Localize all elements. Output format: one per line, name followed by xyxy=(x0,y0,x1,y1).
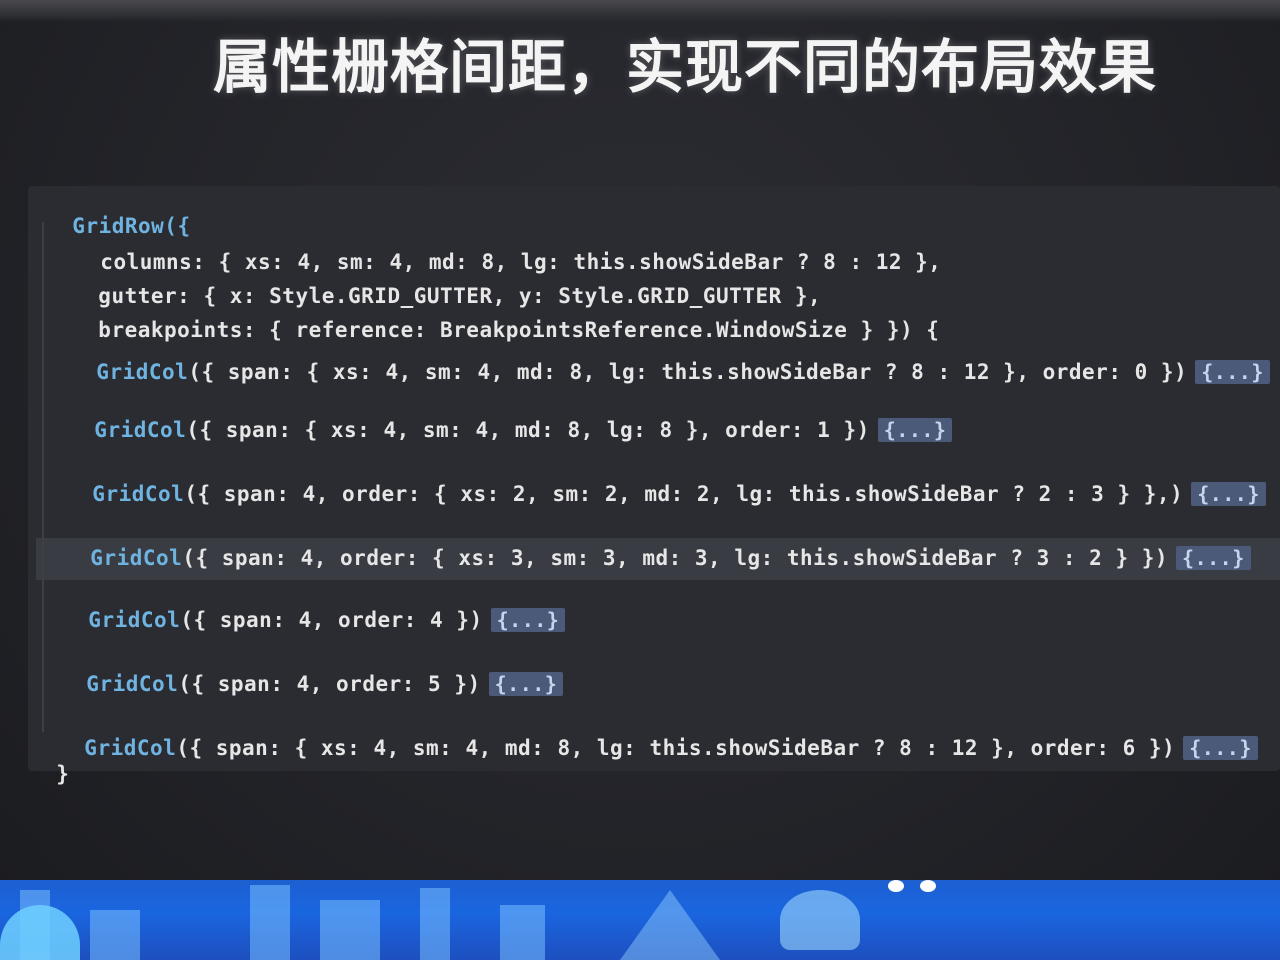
code-line-gridcol: GridCol({ span: { xs: 4, sm: 4, md: 8, l… xyxy=(58,712,1258,760)
gridcol-name: GridCol xyxy=(92,482,185,506)
gridcol-name: GridCol xyxy=(88,608,181,632)
fold-button[interactable]: {...} xyxy=(1195,360,1270,384)
gridcol-args: ({ span: 4, order: 5 }) xyxy=(178,672,481,696)
light-dot xyxy=(888,880,904,892)
backdrop-pyramid xyxy=(620,890,720,960)
backdrop-building xyxy=(320,900,380,960)
backdrop-building xyxy=(90,910,140,960)
backdrop-building xyxy=(500,905,545,960)
gridcol-args: ({ span: 4, order: 4 }) xyxy=(180,608,483,632)
code-line-gridcol: GridCol({ span: { xs: 4, sm: 4, md: 8, l… xyxy=(70,336,1270,384)
gridcol-args: ({ span: { xs: 4, sm: 4, md: 8, lg: this… xyxy=(176,736,1176,760)
fold-button[interactable]: {...} xyxy=(1176,546,1251,570)
gridcol-name: GridCol xyxy=(96,360,189,384)
gridcol-args: ({ span: 4, order: { xs: 2, sm: 2, md: 2… xyxy=(184,482,1184,506)
gridcol-args: ({ span: { xs: 4, sm: 4, md: 8, lg: this… xyxy=(188,360,1188,384)
fold-button[interactable]: {...} xyxy=(877,418,953,442)
gridcol-name: GridCol xyxy=(86,672,179,696)
fold-button[interactable]: {...} xyxy=(1183,736,1258,760)
code-line-breakpoints: breakpoints: { reference: BreakpointsRef… xyxy=(72,294,939,342)
gridcol-name: GridCol xyxy=(90,546,183,570)
stage-backdrop xyxy=(0,880,1280,960)
backdrop-building xyxy=(250,885,290,960)
backdrop-figure xyxy=(780,890,860,950)
gridcol-args: ({ span: { xs: 4, sm: 4, md: 8, lg: 8 },… xyxy=(186,418,870,442)
code-line-gridcol: GridCol({ span: 4, order: { xs: 2, sm: 2… xyxy=(66,458,1266,506)
indent-guide xyxy=(42,222,44,732)
code-line-gridcol: GridCol({ span: 4, order: { xs: 3, sm: 3… xyxy=(64,522,1251,570)
code-line-gridcol: GridCol({ span: { xs: 4, sm: 4, md: 8, l… xyxy=(68,394,953,442)
backdrop-building xyxy=(420,888,450,960)
code-line-close: } xyxy=(30,738,69,786)
gridcol-name: GridCol xyxy=(94,418,187,442)
closing-brace: } xyxy=(56,762,70,786)
fold-button[interactable]: {...} xyxy=(490,608,566,632)
fold-button[interactable]: {...} xyxy=(1191,482,1266,506)
slide-title: 属性栅格间距，实现不同的布局效果 xyxy=(212,33,1157,101)
gridcol-args: ({ span: 4, order: { xs: 3, sm: 3, md: 3… xyxy=(182,546,1169,570)
top-glare xyxy=(0,0,1280,22)
light-dot xyxy=(920,880,936,892)
code-line-gridcol: GridCol({ span: 4, order: 4 }) {...} xyxy=(62,584,566,632)
code-line-gridcol: GridCol({ span: 4, order: 5 }) {...} xyxy=(60,648,564,696)
fold-button[interactable]: {...} xyxy=(488,672,564,696)
gridcol-name: GridCol xyxy=(84,736,177,760)
